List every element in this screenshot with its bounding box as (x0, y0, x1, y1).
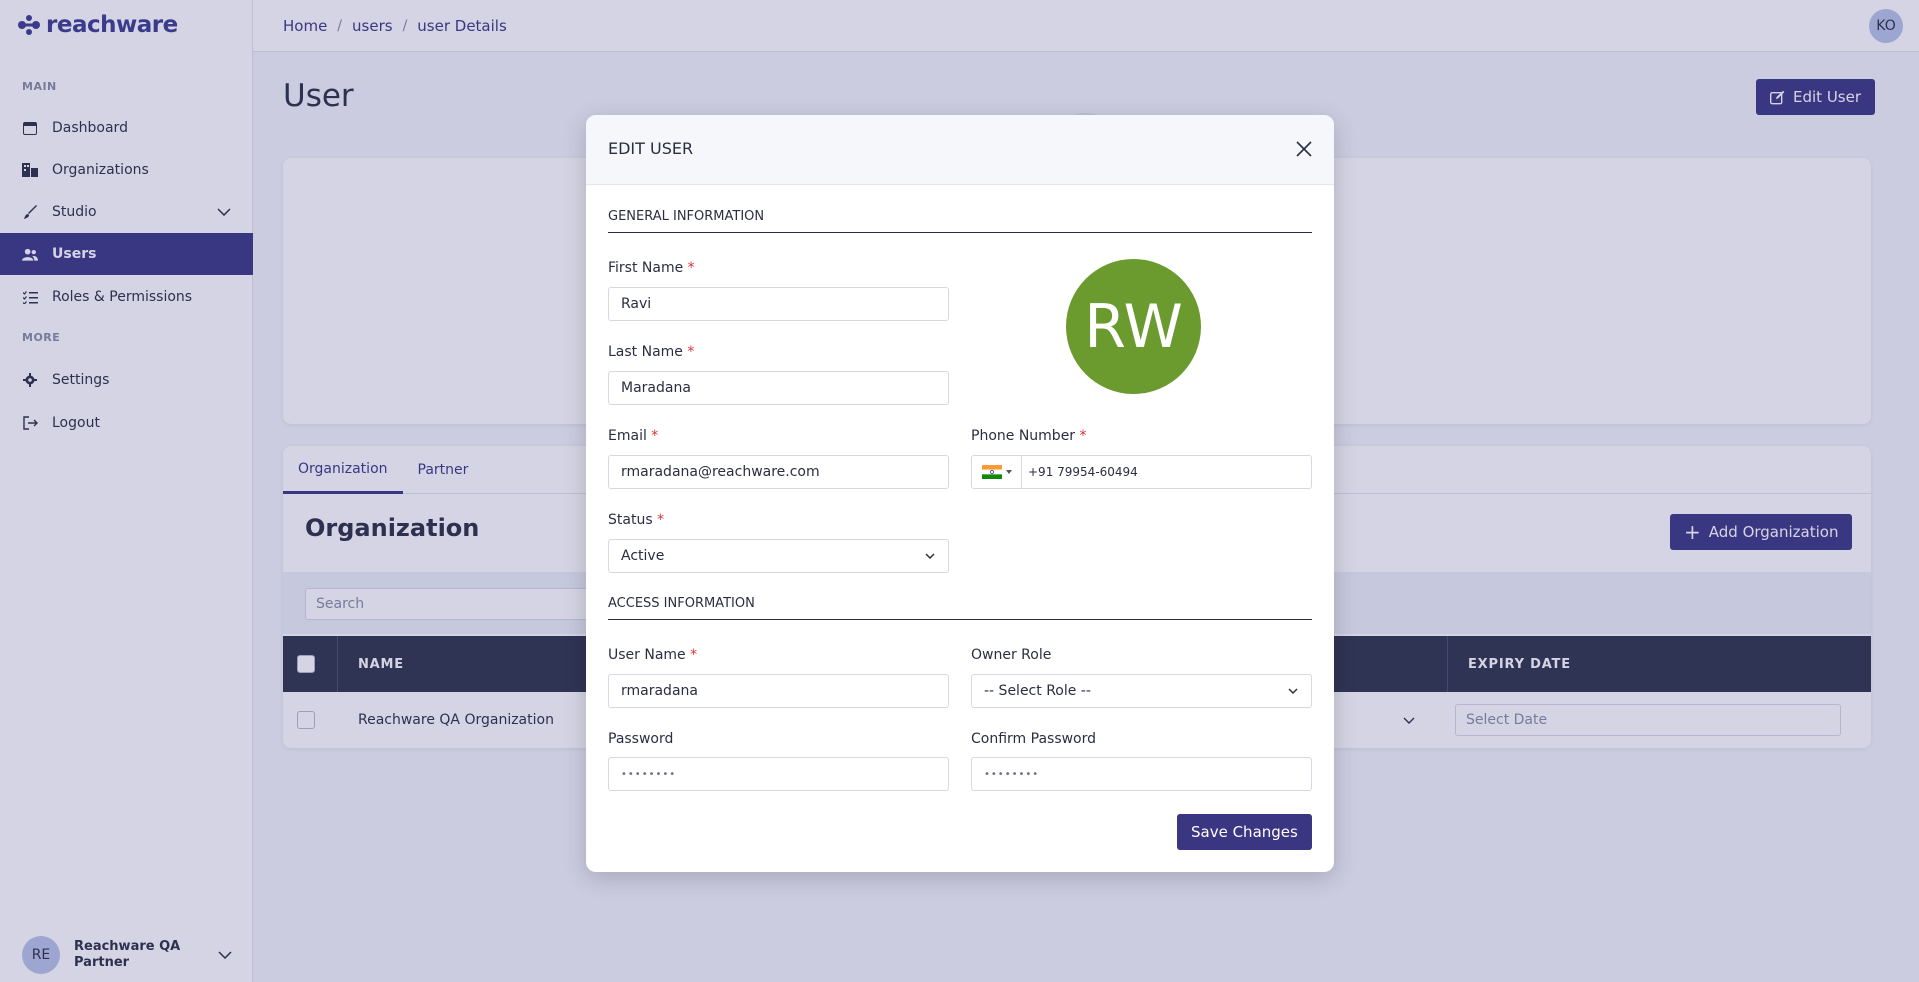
modal-title: EDIT USER (608, 139, 694, 158)
phone-number-field[interactable]: +91 79954-60494 (971, 455, 1312, 489)
status-select-value: Active (621, 548, 665, 564)
username-label-text: User Name (608, 647, 686, 663)
access-information-heading: ACCESS INFORMATION (608, 596, 1312, 620)
username-label: User Name * (608, 647, 697, 663)
user-avatar[interactable]: RW (1066, 259, 1201, 394)
confirm-password-field[interactable]: •••••••• (971, 757, 1312, 791)
last-name-label-text: Last Name (608, 344, 683, 360)
modal-header: EDIT USER (586, 115, 1334, 185)
owner-role-label: Owner Role (971, 647, 1052, 663)
email-field[interactable]: rmaradana@reachware.com (608, 455, 949, 489)
password-label: Password (608, 731, 674, 747)
phone-number-label-text: Phone Number (971, 428, 1076, 444)
email-label: Email * (608, 428, 658, 444)
phone-number-value: +91 79954-60494 (1028, 465, 1138, 479)
chevron-down-icon (1005, 470, 1012, 474)
country-code-selector[interactable] (972, 456, 1022, 488)
username-field[interactable]: rmaradana (608, 674, 949, 708)
chevron-down-icon (1288, 688, 1298, 695)
phone-number-label: Phone Number * (971, 428, 1087, 444)
required-mark: * (690, 647, 698, 663)
last-name-field[interactable]: Maradana (608, 371, 949, 405)
owner-role-select-value: -- Select Role -- (984, 683, 1091, 699)
required-mark: * (687, 260, 695, 276)
save-changes-button[interactable]: Save Changes (1177, 814, 1312, 850)
last-name-label: Last Name * (608, 344, 694, 360)
required-mark: * (1079, 428, 1087, 444)
edit-user-modal: EDIT USER GENERAL INFORMATION First Name… (586, 115, 1334, 872)
confirm-password-label: Confirm Password (971, 731, 1097, 747)
status-label: Status * (608, 512, 664, 528)
required-mark: * (651, 428, 659, 444)
india-flag-icon (981, 465, 1002, 479)
password-field[interactable]: •••••••• (608, 757, 949, 791)
first-name-field[interactable]: Ravi (608, 287, 949, 321)
required-mark: * (657, 512, 665, 528)
email-label-text: Email (608, 428, 647, 444)
required-mark: * (687, 344, 695, 360)
close-icon[interactable] (1294, 139, 1314, 159)
status-select[interactable]: Active (608, 539, 949, 573)
first-name-label: First Name * (608, 260, 695, 276)
general-information-heading: GENERAL INFORMATION (608, 209, 1312, 233)
chevron-down-icon (925, 553, 935, 560)
owner-role-select[interactable]: -- Select Role -- (971, 674, 1312, 708)
status-label-text: Status (608, 512, 653, 528)
first-name-label-text: First Name (608, 260, 684, 276)
